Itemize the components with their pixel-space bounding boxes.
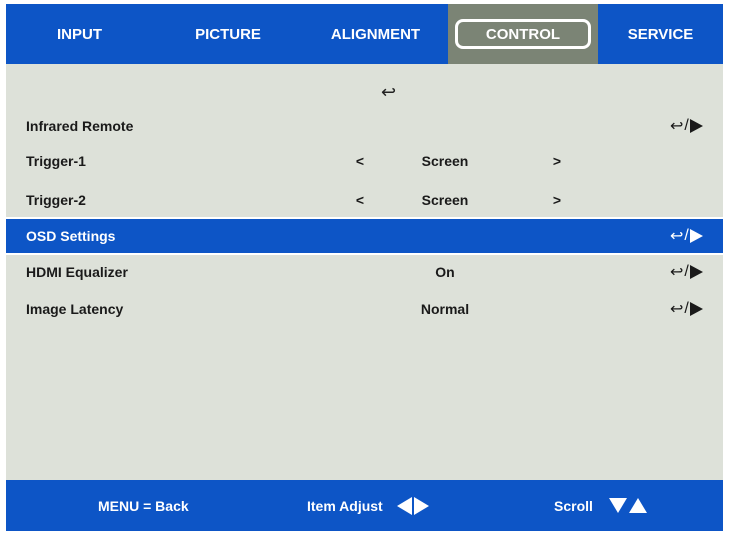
tab-alignment[interactable]: ALIGNMENT (303, 4, 448, 64)
back-hint: MENU = Back (98, 480, 189, 531)
menu-item-value: On (435, 264, 455, 280)
return-submenu-icon: ↩ / (670, 298, 714, 320)
menu-item-value: Normal (420, 301, 470, 317)
tab-bar: INPUT PICTURE ALIGNMENT CONTROL SERVICE (6, 4, 723, 64)
return-icon[interactable]: ↩ (6, 82, 723, 106)
tab-input-label: INPUT (57, 25, 102, 43)
tab-control[interactable]: CONTROL (448, 4, 598, 64)
value-prev-arrow[interactable]: < (354, 192, 366, 208)
menu-item-label: Image Latency (26, 301, 124, 317)
menu-item-label: Trigger-2 (26, 192, 86, 208)
down-up-arrows-icon (608, 498, 647, 513)
menu-item-value: Screen (421, 153, 469, 169)
back-hint-label: MENU = Back (98, 497, 189, 514)
return-submenu-icon: ↩ / (670, 115, 714, 137)
menu-item-osd-settings[interactable]: OSD Settings ↩ / (6, 219, 723, 253)
value-next-arrow[interactable]: > (551, 192, 563, 208)
tab-control-label: CONTROL (455, 19, 591, 49)
menu-item-hdmi-equalizer[interactable]: HDMI Equalizer On ↩ / (6, 255, 723, 289)
value-next-arrow[interactable]: > (551, 153, 563, 169)
footer-hints: MENU = Back Item Adjust Scroll (6, 480, 723, 531)
tab-picture[interactable]: PICTURE (153, 4, 303, 64)
return-submenu-icon: ↩ / (670, 225, 714, 247)
return-submenu-icon: ↩ / (670, 261, 714, 283)
tab-alignment-label: ALIGNMENT (330, 25, 421, 43)
menu-item-image-latency[interactable]: Image Latency Normal ↩ / (6, 292, 723, 326)
left-right-arrows-icon (396, 496, 429, 515)
menu-item-trigger-1[interactable]: Trigger-1 < Screen > (6, 144, 723, 178)
item-adjust-hint-label: Item Adjust (307, 497, 383, 514)
item-adjust-hint: Item Adjust (307, 480, 429, 531)
value-prev-arrow[interactable]: < (354, 153, 366, 169)
menu-item-label: Trigger-1 (26, 153, 86, 169)
menu-item-value: Screen (421, 192, 469, 208)
tab-service-label: SERVICE (627, 25, 694, 43)
osd-menu: INPUT PICTURE ALIGNMENT CONTROL SERVICE … (6, 4, 723, 531)
scroll-hint: Scroll (554, 480, 647, 531)
menu-item-trigger-2[interactable]: Trigger-2 < Screen > (6, 183, 723, 217)
tab-service[interactable]: SERVICE (598, 4, 723, 64)
menu-item-infrared-remote[interactable]: Infrared Remote ↩ / (6, 109, 723, 143)
menu-item-label: Infrared Remote (26, 118, 134, 134)
scroll-hint-label: Scroll (554, 497, 593, 514)
tab-input[interactable]: INPUT (6, 4, 153, 64)
tab-picture-label: PICTURE (195, 25, 261, 43)
menu-item-label: HDMI Equalizer (26, 264, 128, 280)
menu-item-label: OSD Settings (26, 228, 116, 244)
